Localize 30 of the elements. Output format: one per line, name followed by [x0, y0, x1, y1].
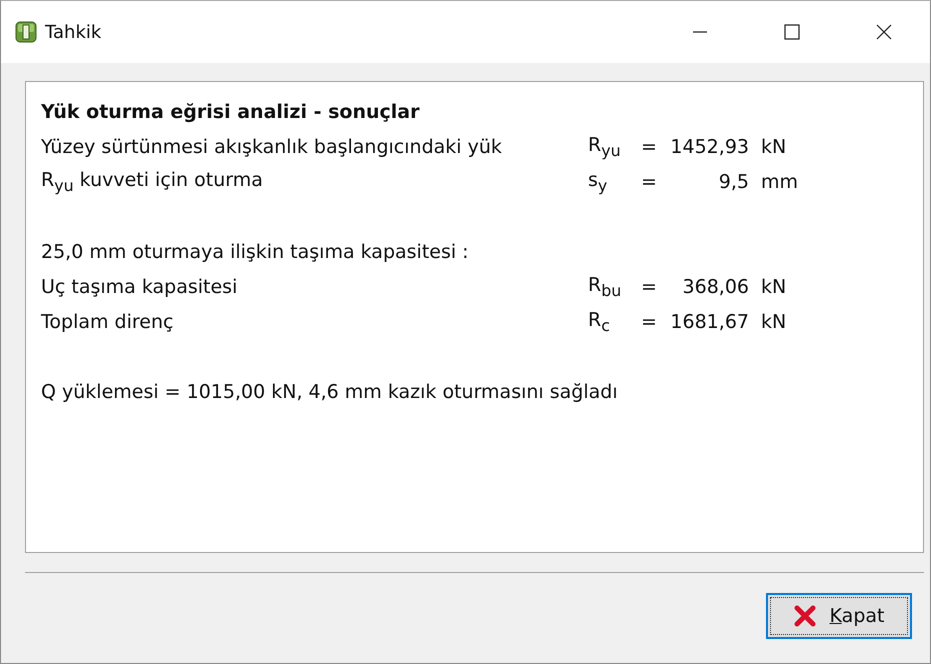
result-label: Yüzey sürtünmesi akışkanlık başlangıcındaki yük: [41, 136, 503, 158]
result-value: 1452,93: [669, 136, 750, 158]
result-value: 1681,67: [669, 310, 750, 332]
result-symbol: R$_{c}$: [588, 308, 611, 334]
result-unit: kN: [761, 136, 788, 158]
window-title: Tahkik: [45, 22, 102, 42]
equals-sign: =: [641, 136, 658, 158]
result-unit: kN: [761, 276, 788, 298]
result-value: 9,5: [718, 170, 750, 192]
equals-sign: =: [641, 310, 658, 332]
result-text: 25,0 mm oturmaya ilişkin taşıma kapasitesi :: [41, 240, 469, 262]
result-unit: kN: [761, 310, 788, 332]
maximize-icon: [783, 23, 801, 41]
app-icon: [15, 21, 37, 43]
result-label: R$_{yu}$ kuvveti için oturma: [41, 168, 264, 194]
close-icon: [794, 605, 816, 627]
equals-sign: =: [641, 170, 658, 192]
result-symbol: s$_{y}$: [588, 168, 608, 194]
equals-sign: =: [641, 276, 658, 298]
result-symbol: R$_{yu}$: [588, 134, 622, 160]
results-heading: Yük oturma eğrisi analizi - sonuçlar: [41, 100, 420, 122]
close-dialog-button[interactable]: Kapat: [766, 593, 912, 639]
close-icon: [875, 23, 893, 41]
minimize-icon: [693, 31, 707, 33]
result-text: Q yüklemesi = 1015,00 kN, 4,6 mm kazık oturmasını sağladı: [41, 380, 618, 402]
result-unit: mm: [761, 170, 800, 192]
result-label: Toplam direnç: [41, 310, 174, 332]
result-value: 368,06: [682, 276, 750, 298]
result-label: Uç taşıma kapasitesi: [41, 276, 238, 298]
result-symbol: R$_{bu}$: [588, 274, 622, 300]
